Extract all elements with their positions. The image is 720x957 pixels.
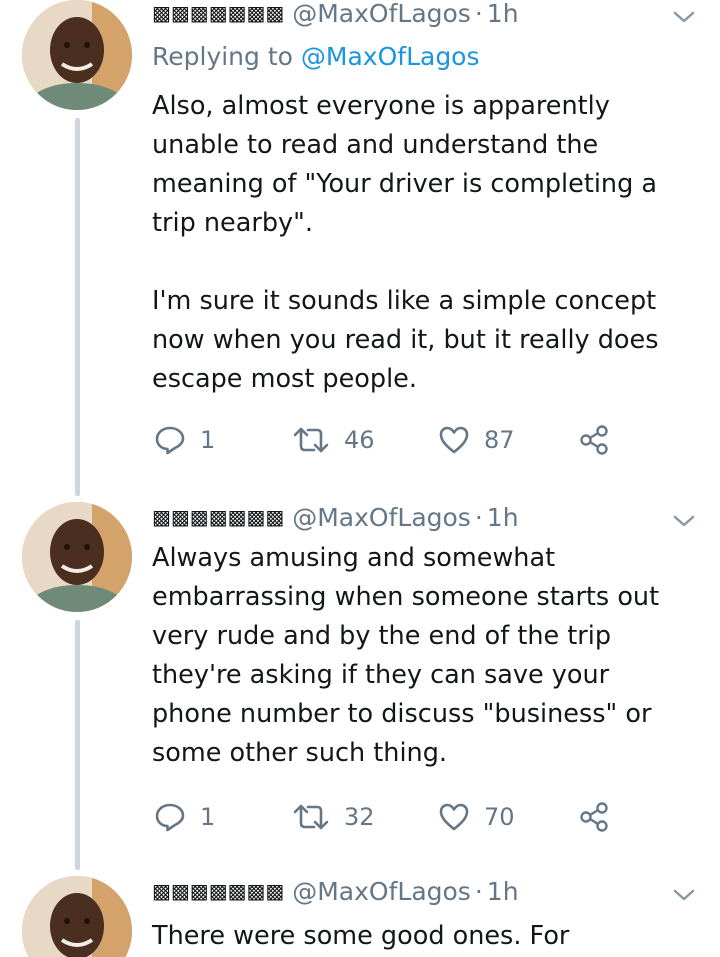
avatar-photo (22, 502, 132, 612)
avatar[interactable] (22, 876, 132, 957)
display-name[interactable]: ▩▩▩▩▩▩▩ (152, 879, 284, 903)
tweet-1[interactable]: ▩▩▩▩▩▩▩ @MaxOfLagos · 1h Replying to @MaxO… (0, 0, 720, 500)
share-button[interactable] (578, 420, 624, 460)
retweet-button[interactable]: 46 (292, 420, 375, 460)
tweet-text: Also, almost everyone is apparently unab… (152, 91, 659, 394)
retweet-icon (293, 427, 329, 453)
thread-line (75, 620, 80, 870)
reply-count: 1 (200, 803, 216, 831)
like-button[interactable]: 87 (438, 420, 515, 460)
display-name[interactable]: ▩▩▩▩▩▩▩ (152, 1, 284, 25)
reply-button[interactable]: 1 (154, 797, 215, 837)
retweet-count: 32 (344, 803, 375, 831)
like-count: 70 (484, 803, 515, 831)
share-icon (580, 802, 608, 832)
replying-mention-link[interactable]: @MaxOfLagos (301, 42, 480, 71)
tweet-header: ▩▩▩▩▩▩▩ @MaxOfLagos · 1h (152, 876, 700, 906)
share-icon (580, 425, 608, 455)
heart-icon (439, 803, 469, 831)
handle[interactable]: @MaxOfLagos (292, 0, 471, 28)
action-bar: 1 32 70 (152, 797, 632, 837)
avatar[interactable] (22, 502, 132, 612)
timestamp[interactable]: 1h (487, 0, 519, 28)
tweet-header: ▩▩▩▩▩▩▩ @MaxOfLagos · 1h (152, 0, 700, 28)
replying-to: Replying to @MaxOfLagos (152, 41, 480, 73)
handle[interactable]: @MaxOfLagos (292, 503, 471, 532)
avatar[interactable] (22, 0, 132, 110)
separator: · (474, 877, 483, 906)
tweet-header: ▩▩▩▩▩▩▩ @MaxOfLagos · 1h (152, 502, 700, 532)
chevron-down-icon[interactable] (672, 512, 696, 530)
share-button[interactable] (578, 797, 624, 837)
reply-count: 1 (200, 426, 216, 454)
tweet-text: There were some good ones. For (152, 921, 570, 951)
tweet-2[interactable]: ▩▩▩▩▩▩▩ @MaxOfLagos · 1h Always amusing an… (0, 502, 720, 872)
like-count: 87 (484, 426, 515, 454)
retweet-count: 46 (344, 426, 375, 454)
reply-button[interactable]: 1 (154, 420, 215, 460)
avatar-photo (22, 876, 132, 957)
chevron-down-icon[interactable] (672, 886, 696, 904)
replying-prefix: Replying to (152, 42, 293, 71)
chevron-down-icon[interactable] (672, 8, 696, 26)
avatar-photo (22, 0, 132, 110)
separator: · (474, 0, 483, 28)
timestamp[interactable]: 1h (487, 877, 519, 906)
display-name[interactable]: ▩▩▩▩▩▩▩ (152, 505, 284, 529)
heart-icon (439, 426, 469, 454)
action-bar: 1 46 87 (152, 420, 632, 460)
timestamp[interactable]: 1h (487, 503, 519, 532)
retweet-button[interactable]: 32 (292, 797, 375, 837)
like-button[interactable]: 70 (438, 797, 515, 837)
separator: · (474, 503, 483, 532)
handle[interactable]: @MaxOfLagos (292, 877, 471, 906)
reply-icon (155, 803, 185, 832)
retweet-icon (293, 804, 329, 830)
tweet-3[interactable]: ▩▩▩▩▩▩▩ @MaxOfLagos · 1h There were some g… (0, 876, 720, 957)
tweet-text: Always amusing and somewhat embarrassing… (152, 543, 668, 768)
reply-icon (155, 426, 185, 455)
thread-line (75, 118, 80, 496)
